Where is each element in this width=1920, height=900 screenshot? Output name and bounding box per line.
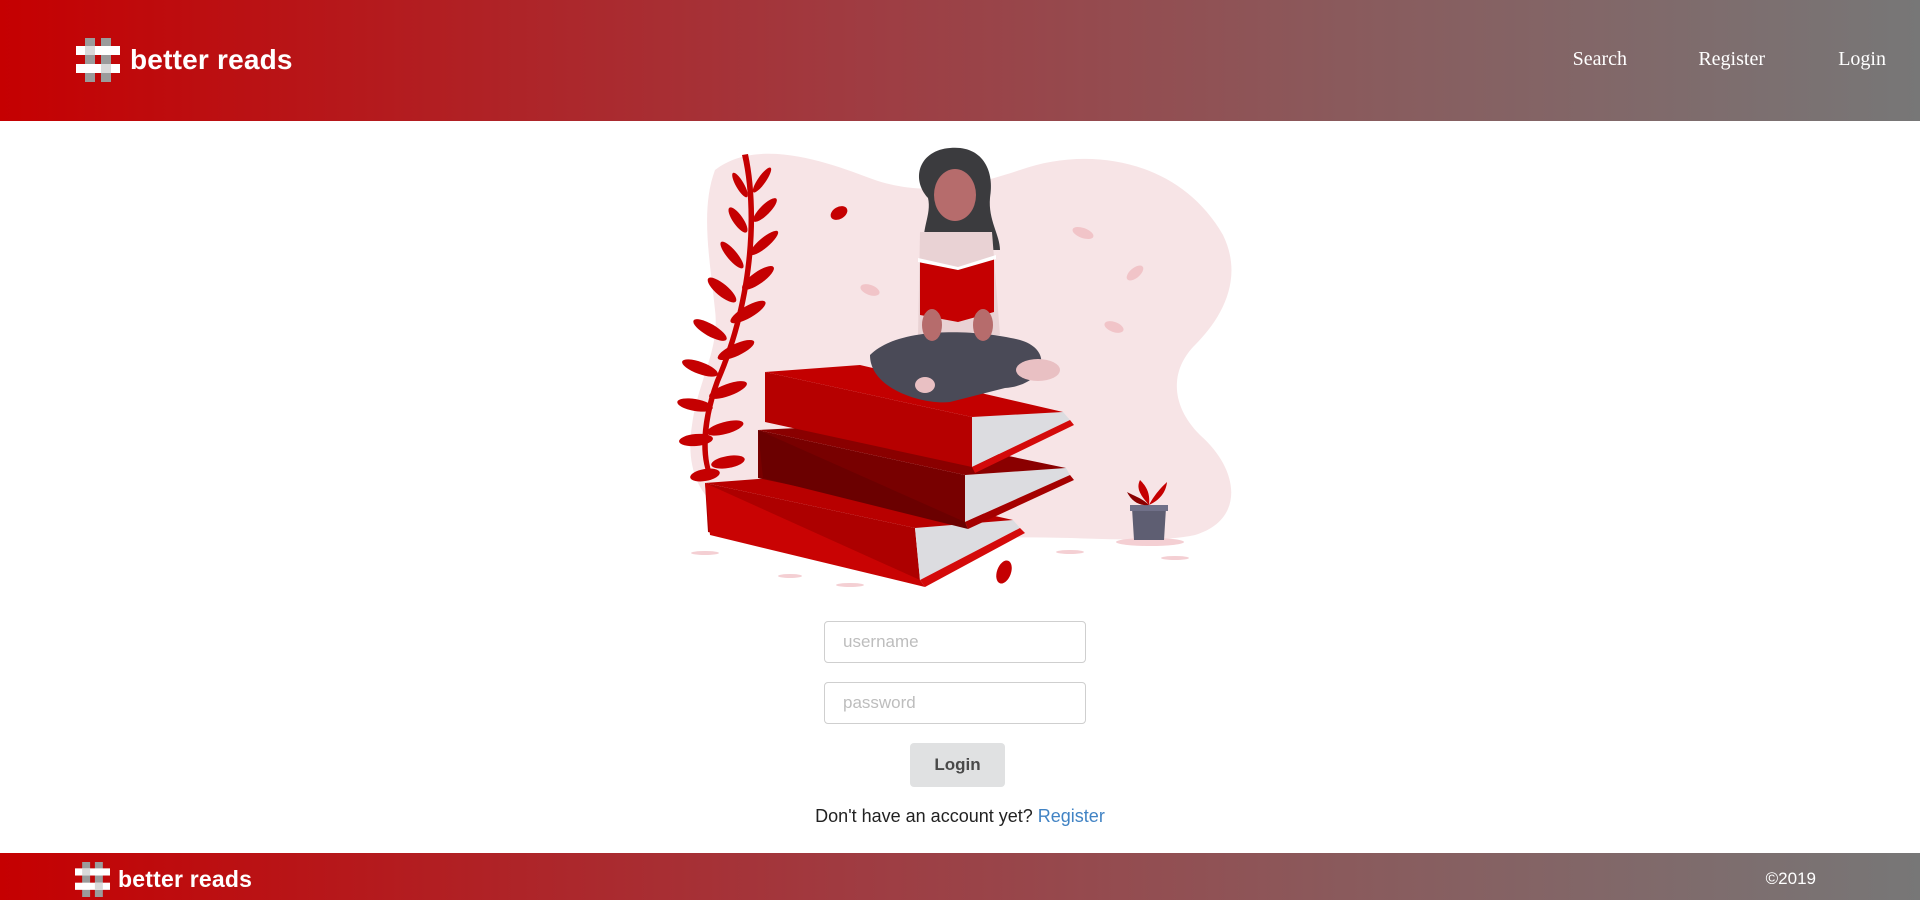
- footer-brand-name: better reads: [118, 866, 253, 892]
- password-input[interactable]: [824, 682, 1086, 724]
- footer-brand-link[interactable]: better reads: [75, 862, 252, 897]
- site-footer: [0, 853, 1920, 900]
- logo-icon: [76, 38, 120, 82]
- footer-logo-icon: [75, 862, 110, 897]
- reading-illustration: [677, 147, 1232, 587]
- register-prompt: Don't have an account yet? Register: [0, 806, 1920, 827]
- nav-register-link[interactable]: Register: [1698, 48, 1765, 71]
- login-button[interactable]: Login: [910, 743, 1005, 787]
- brand-name: better reads: [130, 44, 293, 75]
- username-input[interactable]: [824, 621, 1086, 663]
- register-link[interactable]: Register: [1038, 806, 1105, 826]
- nav-search-link[interactable]: Search: [1573, 48, 1627, 71]
- copyright-text: ©2019: [1765, 869, 1816, 888]
- register-prompt-text: Don't have an account yet?: [815, 806, 1033, 826]
- brand-logo-link[interactable]: better reads: [76, 38, 293, 82]
- nav-login-link[interactable]: Login: [1838, 48, 1886, 71]
